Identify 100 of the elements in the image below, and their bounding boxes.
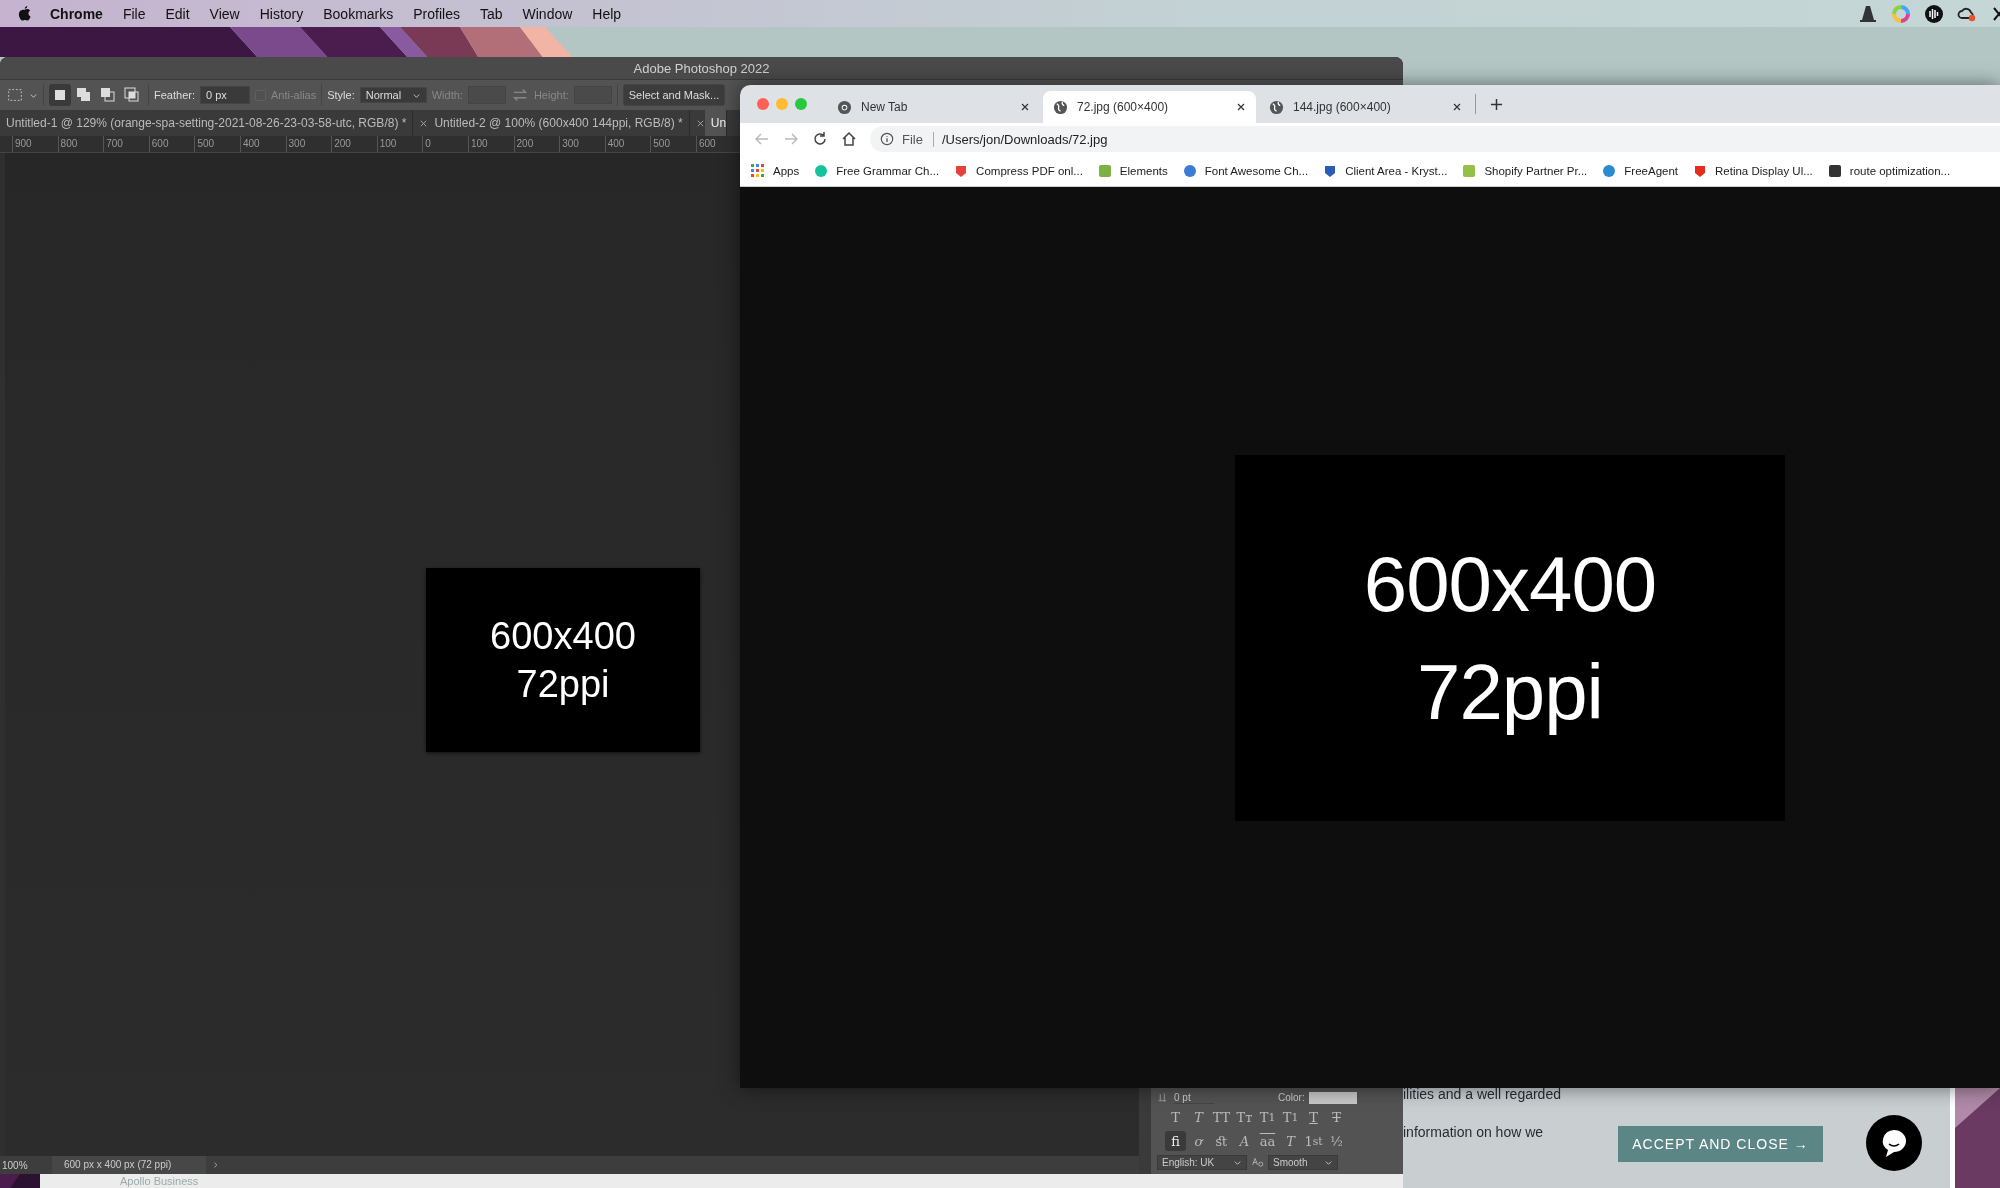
favicon-icon bbox=[1602, 163, 1617, 178]
banner-text: ilities and a well regarded bbox=[1403, 1086, 1562, 1102]
favicon-icon bbox=[814, 163, 829, 178]
close-icon[interactable] bbox=[1452, 102, 1462, 112]
browser-tab[interactable]: 144.jpg (600×400) bbox=[1259, 91, 1472, 123]
ruler-label: 700 bbox=[103, 136, 149, 152]
window-title: Adobe Photoshop 2022 bbox=[633, 60, 770, 76]
ruler-label: 0 bbox=[422, 136, 468, 152]
type-style-button[interactable]: T bbox=[1188, 1107, 1209, 1128]
waveform-icon[interactable] bbox=[1924, 3, 1944, 24]
zoom-level[interactable]: 100% bbox=[0, 1159, 52, 1171]
favicon-icon bbox=[1462, 163, 1477, 178]
opentype-button[interactable]: ﬁ bbox=[1165, 1131, 1186, 1152]
color-label: Color: bbox=[1278, 1092, 1305, 1103]
type-style-button[interactable]: T bbox=[1326, 1107, 1347, 1128]
menu-item[interactable]: Help bbox=[592, 5, 622, 22]
type-style-button[interactable]: Tᴛ bbox=[1234, 1107, 1255, 1128]
ruler-label: 100 bbox=[376, 136, 423, 152]
new-tab-icon[interactable] bbox=[1490, 97, 1503, 111]
bookmark[interactable]: Font Awesome Ch... bbox=[1182, 163, 1309, 178]
language-select[interactable]: English: UK bbox=[1157, 1154, 1247, 1170]
select-and-mask-button[interactable]: Select and Mask... bbox=[622, 84, 726, 106]
color-swatch[interactable] bbox=[1308, 1091, 1357, 1104]
type-style-button[interactable]: TT bbox=[1211, 1107, 1232, 1128]
feather-field[interactable]: 0 px bbox=[199, 86, 250, 104]
document-size: 600 px x 400 px (72 ppi) bbox=[52, 1156, 206, 1174]
ruler-label: 900 bbox=[12, 136, 58, 152]
globe-icon bbox=[1269, 99, 1284, 115]
favicon-icon bbox=[1097, 163, 1112, 178]
anti-alias-select[interactable]: Smooth bbox=[1268, 1154, 1338, 1170]
menu-item[interactable]: Edit bbox=[165, 5, 190, 22]
bookmark[interactable]: route optimization... bbox=[1827, 163, 1951, 178]
leading-field[interactable]: 0 pt bbox=[1174, 1091, 1214, 1104]
bookmark[interactable]: Compress PDF onl... bbox=[954, 163, 1083, 178]
menu-app-name[interactable]: Chrome bbox=[50, 5, 103, 22]
ruler-label: 300 bbox=[559, 136, 605, 152]
bookmark[interactable]: Elements bbox=[1097, 163, 1168, 178]
bookmark[interactable]: Client Area - Kryst... bbox=[1323, 163, 1448, 178]
image-text: 600x400 bbox=[490, 614, 636, 659]
menu-item[interactable]: View bbox=[209, 5, 240, 22]
browser-tab[interactable]: New Tab bbox=[827, 91, 1040, 123]
opentype-button[interactable]: aa bbox=[1257, 1131, 1278, 1152]
ruler-label: 200 bbox=[331, 136, 377, 152]
menu-item[interactable]: Tab bbox=[479, 5, 503, 22]
document-tab[interactable]: Untitled-1 @ 129% (orange-spa-setting-2021-08-26-23-03-58-utc, RGB/8) * bbox=[0, 110, 413, 136]
opentype-button[interactable]: ﬆ bbox=[1211, 1131, 1232, 1152]
opentype-button[interactable]: A bbox=[1234, 1131, 1255, 1152]
banner-text: information on how we bbox=[1403, 1124, 1545, 1140]
type-style-button[interactable]: T bbox=[1303, 1107, 1324, 1128]
bookmark[interactable]: Shopify Partner Pr... bbox=[1462, 163, 1588, 178]
ruler-label: 500 bbox=[194, 136, 240, 152]
accept-button[interactable]: ACCEPT AND CLOSE → bbox=[1618, 1126, 1823, 1162]
color-wheel-icon[interactable] bbox=[1891, 3, 1911, 24]
marquee-tool-icon[interactable] bbox=[6, 86, 24, 104]
home-icon[interactable] bbox=[841, 131, 857, 147]
chat-icon[interactable] bbox=[1866, 1115, 1922, 1171]
menu-item[interactable]: File bbox=[122, 5, 146, 22]
bookmark[interactable]: Retina Display Ul... bbox=[1693, 163, 1813, 178]
chevron-icon[interactable] bbox=[212, 1161, 220, 1169]
menu-item[interactable]: History bbox=[259, 5, 304, 22]
traffic-cone-icon[interactable] bbox=[1858, 3, 1878, 24]
reload-icon[interactable] bbox=[812, 131, 828, 147]
globe-icon bbox=[1053, 99, 1068, 115]
apple-logo-icon[interactable] bbox=[17, 5, 32, 22]
ruler-label: 200 bbox=[513, 136, 560, 152]
favicon-icon bbox=[1323, 163, 1338, 178]
close-icon[interactable] bbox=[1236, 102, 1246, 112]
feather-label: Feather: bbox=[154, 89, 195, 101]
ruler-label: 300 bbox=[285, 136, 332, 152]
bookmark[interactable]: Free Grammar Ch... bbox=[814, 163, 940, 178]
bookmark[interactable]: Apps bbox=[751, 163, 800, 178]
menu-item[interactable]: Profiles bbox=[413, 5, 460, 22]
bookmark[interactable]: FreeAgent bbox=[1602, 163, 1678, 178]
address-bar[interactable]: File /Users/jon/Downloads/72.jpg bbox=[870, 126, 2000, 152]
chrome-logo-icon bbox=[837, 99, 852, 115]
ruler-label: 800 bbox=[57, 136, 104, 152]
menu-item[interactable]: Bookmarks bbox=[323, 5, 394, 22]
ruler-label: 500 bbox=[650, 136, 696, 152]
opentype-button[interactable]: ơ bbox=[1188, 1131, 1209, 1152]
browser-tab[interactable]: 72.jpg (600×400) bbox=[1043, 91, 1256, 123]
opentype-button[interactable]: T bbox=[1280, 1131, 1301, 1152]
opentype-button[interactable]: ½ bbox=[1326, 1131, 1347, 1152]
type-style-button[interactable]: T bbox=[1165, 1107, 1186, 1128]
style-select[interactable]: Normal bbox=[359, 87, 427, 103]
image-text: 72ppi bbox=[1417, 647, 1603, 738]
apps-grid-icon bbox=[751, 163, 765, 178]
menu-item[interactable]: Window bbox=[522, 5, 573, 22]
info-icon bbox=[880, 132, 894, 146]
close-icon[interactable] bbox=[1020, 102, 1030, 112]
document-tab[interactable]: Un bbox=[704, 110, 727, 136]
anti-alias-icon bbox=[1251, 1155, 1264, 1169]
ruler-label: 400 bbox=[604, 136, 651, 152]
document-tab[interactable]: Untitled-2 @ 100% (600x400 144ppi, RGB/8) * bbox=[428, 110, 689, 136]
ruler-label: 400 bbox=[239, 136, 286, 152]
selection-mode-icon[interactable] bbox=[49, 84, 71, 106]
favicon-icon bbox=[954, 163, 969, 178]
favicon-icon bbox=[1693, 163, 1707, 178]
image-text: 600x400 bbox=[1363, 539, 1657, 630]
image-text: 72ppi bbox=[516, 662, 610, 707]
favicon-icon bbox=[1182, 163, 1197, 178]
